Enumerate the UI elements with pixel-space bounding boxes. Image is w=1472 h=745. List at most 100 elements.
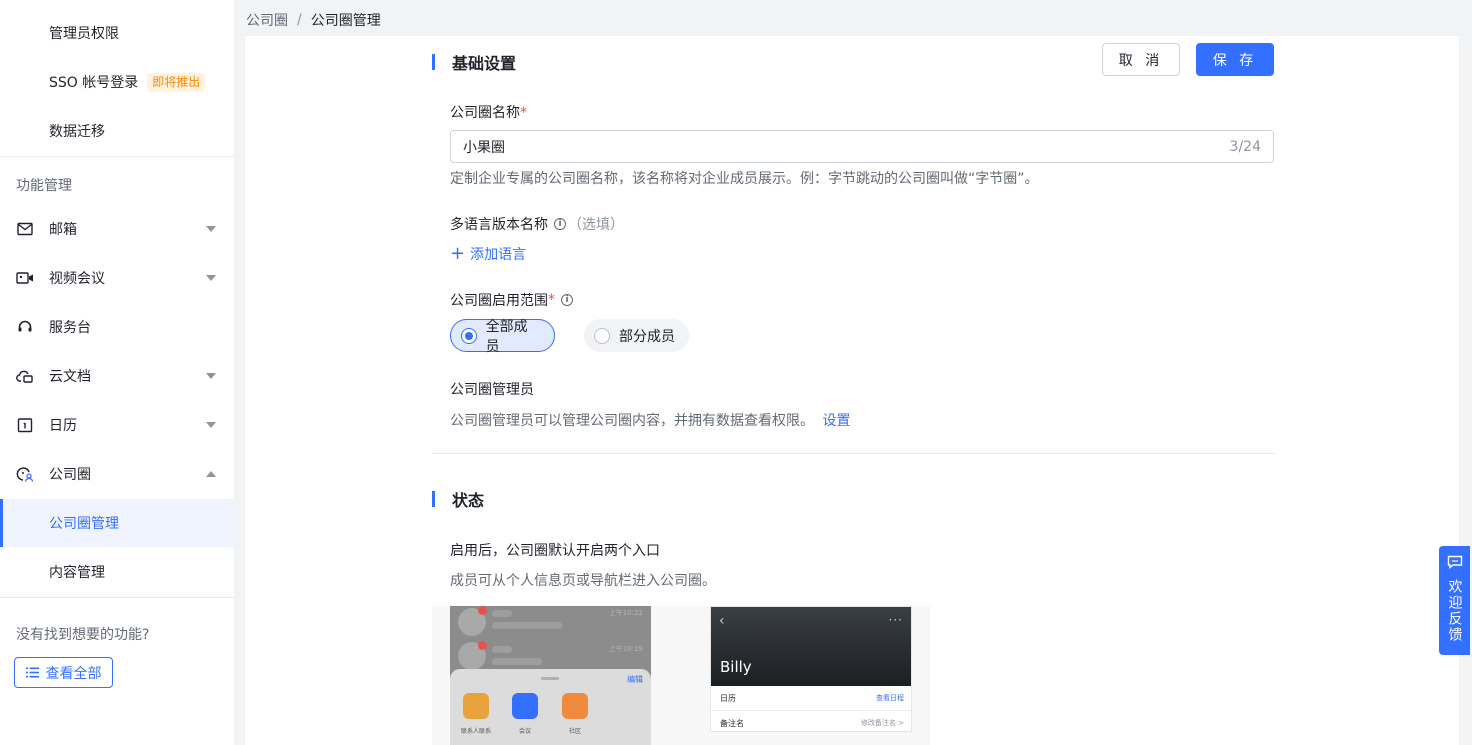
char-counter: 3/24 xyxy=(1229,138,1261,155)
meeting-app-icon xyxy=(512,693,538,719)
admin-hint: 公司圈管理员可以管理公司圈内容，并拥有数据查看权限。 设置 xyxy=(450,410,850,430)
status-label: 启用后，公司圈默认开启两个入口 xyxy=(450,543,660,559)
admin-hint-text: 公司圈管理员可以管理公司圈内容，并拥有数据查看权限。 xyxy=(450,413,814,429)
moments-name-input[interactable]: 小果圈 3/24 xyxy=(450,130,1274,163)
list-icon xyxy=(25,667,39,678)
chevron-down-icon xyxy=(206,275,216,281)
breadcrumb-current: 公司圈管理 xyxy=(310,13,381,29)
profile-row-key: 备注名 xyxy=(720,719,744,728)
preview-chat-entry: 上午10:22 上午10:19 编辑 联系人联系 会议 社区 xyxy=(450,606,651,745)
placeholder-bar xyxy=(492,622,562,629)
not-found-text: 没有找到想要的功能? xyxy=(16,627,150,643)
sidebar-item-content-manage[interactable]: 内容管理 xyxy=(0,548,234,596)
chevron-up-icon xyxy=(206,471,216,477)
basic-settings-title: 基础设置 xyxy=(432,50,516,74)
scope-label-text: 公司圈启用范围 xyxy=(450,293,548,309)
sidebar-divider xyxy=(0,156,234,157)
scope-label: 公司圈启用范围 * i xyxy=(450,290,573,310)
add-language-button[interactable]: + 添加语言 xyxy=(450,244,526,264)
sidebar-item-label: 内容管理 xyxy=(49,565,105,581)
app-label: 联系人联系 xyxy=(460,728,491,735)
admin-label: 公司圈管理员 xyxy=(450,382,534,398)
chat-row: 上午10:22 xyxy=(450,606,651,644)
admin-settings-link[interactable]: 设置 xyxy=(822,413,850,429)
status-hint: 成员可从个人信息页或导航栏进入公司圈。 xyxy=(450,573,716,589)
section-title-text: 基础设置 xyxy=(452,54,517,73)
sidebar-item-cloud-docs[interactable]: 云文档 xyxy=(0,352,234,400)
feedback-icon xyxy=(1447,555,1463,573)
status-title: 状态 xyxy=(432,487,484,511)
sheet-edit: 编辑 xyxy=(627,675,643,684)
chevron-down-icon xyxy=(206,422,216,428)
breadcrumb-root[interactable]: 公司圈 xyxy=(246,10,288,30)
profile-row: 日历 查看日程 xyxy=(711,686,911,710)
chat-time: 上午10:19 xyxy=(608,645,643,653)
name-label: 公司圈名称* xyxy=(450,102,527,122)
name-hint: 定制企业专属的公司圈名称，该名称将对企业成员展示。例：字节跳动的公司圈叫做“字节… xyxy=(450,171,1039,187)
cloud-doc-icon xyxy=(16,367,34,385)
sidebar-item-label: 数据迁移 xyxy=(49,124,105,140)
main-panel: 基础设置 取 消 保 存 公司圈名称* 小果圈 3/24 定制企业专属的公司圈名… xyxy=(245,36,1459,745)
video-icon xyxy=(16,269,34,287)
back-icon: ‹ xyxy=(719,613,725,629)
more-icon: ··· xyxy=(888,613,903,627)
sidebar-section-title: 功能管理 xyxy=(16,178,72,194)
placeholder-bar xyxy=(492,646,512,653)
sidebar-item-label: SSO 帐号登录 xyxy=(49,75,139,91)
info-icon[interactable]: i xyxy=(561,294,573,306)
sidebar-item-calendar[interactable]: 日历 xyxy=(0,401,234,449)
preview-profile-entry: ‹ ··· Billy 日历 查看日程 备注名 修改备注名 > xyxy=(710,606,912,732)
sidebar-item-label: 公司圈管理 xyxy=(49,516,119,532)
feedback-button[interactable]: 欢迎反馈 xyxy=(1439,546,1470,655)
sidebar-item-label: 云文档 xyxy=(49,369,91,385)
multi-lang-label: 多语言版本名称 i （选填） xyxy=(450,214,624,234)
profile-name: Billy xyxy=(720,658,752,676)
app-label: 会议 xyxy=(518,728,531,735)
sidebar-item-label: 公司圈 xyxy=(49,467,91,483)
scope-all-members-radio[interactable]: 全部成员 xyxy=(450,319,555,355)
sidebar-item-service-desk[interactable]: 服务台 xyxy=(0,303,234,351)
multi-lang-label-text: 多语言版本名称 xyxy=(450,217,548,233)
unread-dot xyxy=(478,606,487,615)
breadcrumb: 公司圈 / 公司圈管理 xyxy=(246,10,381,30)
sidebar-divider xyxy=(0,597,234,598)
profile-row-key: 日历 xyxy=(720,694,736,703)
scope-part-members-radio[interactable]: 部分成员 xyxy=(584,319,689,352)
view-all-button[interactable]: 查看全部 xyxy=(14,657,113,688)
profile-row-value: 修改备注名 > xyxy=(860,719,904,727)
sidebar-item-label: 邮箱 xyxy=(49,222,77,238)
sidebar-item-moments-manage[interactable]: 公司圈管理 xyxy=(0,499,234,547)
breadcrumb-separator: / xyxy=(297,12,302,28)
sidebar-item-sso-login[interactable]: SSO 帐号登录 即将推出 xyxy=(0,58,234,106)
section-divider xyxy=(432,453,1275,454)
radio-label: 全部成员 xyxy=(485,318,528,355)
bottom-sheet: 编辑 联系人联系 会议 社区 xyxy=(450,669,651,745)
coming-soon-badge: 即将推出 xyxy=(147,72,206,92)
profile-row: 备注名 修改备注名 > xyxy=(711,711,911,731)
sidebar-item-video-meeting[interactable]: 视频会议 xyxy=(0,254,234,302)
sidebar-item-moments[interactable]: 公司圈 xyxy=(0,450,234,498)
chevron-down-icon xyxy=(206,226,216,232)
sidebar: 管理员权限 SSO 帐号登录 即将推出 数据迁移 功能管理 邮箱 视频会议 服务… xyxy=(0,0,234,745)
chat-time: 上午10:22 xyxy=(608,609,643,617)
profile-row-value: 查看日程 xyxy=(876,694,904,702)
sidebar-item-mail[interactable]: 邮箱 xyxy=(0,205,234,253)
sidebar-item-label: 管理员权限 xyxy=(49,26,119,42)
save-button[interactable]: 保 存 xyxy=(1196,43,1274,76)
optional-text: （选填） xyxy=(568,217,624,233)
mail-icon xyxy=(16,220,34,238)
sidebar-item-label: 服务台 xyxy=(49,320,91,336)
calendar-icon xyxy=(16,416,34,434)
sheet-handle xyxy=(541,677,559,680)
name-input-value: 小果圈 xyxy=(463,139,505,156)
cancel-button[interactable]: 取 消 xyxy=(1102,43,1180,76)
sidebar-item-data-migration[interactable]: 数据迁移 xyxy=(0,107,234,155)
placeholder-bar xyxy=(492,610,512,617)
sidebar-item-label: 日历 xyxy=(49,418,77,434)
info-icon[interactable]: i xyxy=(554,218,566,230)
unread-dot xyxy=(478,641,487,650)
sidebar-item-admin-permission[interactable]: 管理员权限 xyxy=(0,9,234,57)
app-label: 社区 xyxy=(568,728,581,735)
moments-icon xyxy=(16,465,34,483)
feedback-label: 欢迎反馈 xyxy=(1446,579,1463,643)
